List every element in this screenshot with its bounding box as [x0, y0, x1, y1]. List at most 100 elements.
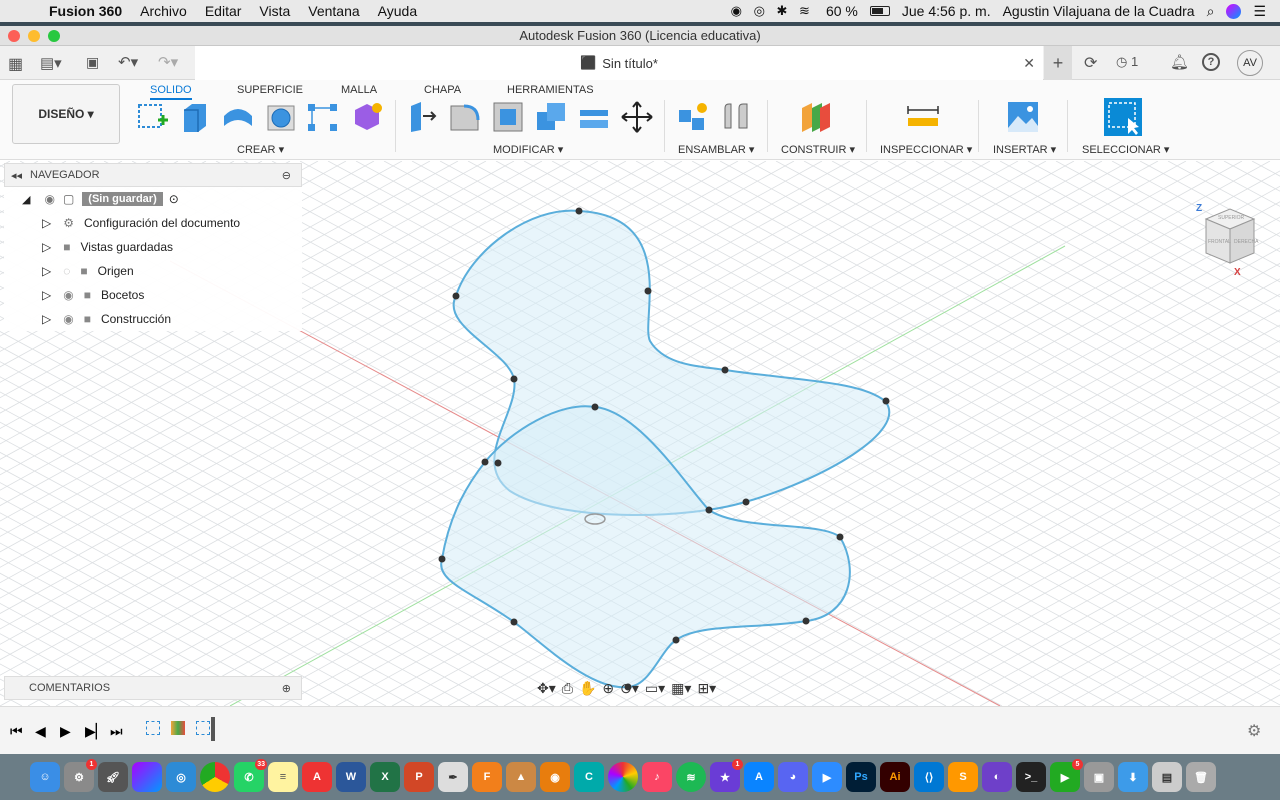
recent-files-icon[interactable]: ▤ [1152, 762, 1182, 792]
grid-menu-icon[interactable]: ▦ [8, 54, 23, 74]
timeline-plane-icon[interactable] [171, 721, 185, 735]
minimize-window-button[interactable] [28, 30, 40, 42]
file-menu-icon[interactable]: ▤▾ [40, 54, 62, 72]
word-icon[interactable]: W [336, 762, 366, 792]
undo-icon[interactable]: ↶▾ [118, 53, 138, 71]
blender-icon[interactable]: ◉ [540, 762, 570, 792]
tab-malla[interactable]: MALLA [341, 84, 377, 96]
menu-app-name[interactable]: Fusion 360 [40, 3, 131, 19]
tree-item-document-settings[interactable]: ▷ ⚙ Configuración del documento [4, 211, 302, 235]
system-preferences-icon[interactable]: ⚙ 1 [64, 759, 97, 792]
inkscape-icon[interactable]: ✒ [438, 762, 468, 792]
expand-triangle-icon[interactable]: ▷ [42, 240, 51, 254]
joint-icon[interactable] [719, 100, 753, 134]
move-copy-icon[interactable] [620, 100, 654, 134]
orbit-icon[interactable]: ✥▾ [537, 680, 556, 697]
tree-item-sketches[interactable]: ▷ ◉ ■ Bocetos [4, 283, 302, 307]
redo-icon[interactable]: ↷▾ [158, 53, 178, 71]
safari-icon[interactable]: ◎ [166, 762, 196, 792]
play-icon[interactable]: ▶ [60, 723, 71, 740]
add-comment-icon[interactable]: ⊕ [282, 682, 291, 695]
group-insertar[interactable]: INSERTAR ▾ [993, 143, 1056, 156]
tree-root[interactable]: ◢ ◉ ▢ (Sin guardar) ⊙ [4, 187, 302, 211]
powerpoint-icon[interactable]: P [404, 762, 434, 792]
notification-center-icon[interactable]: ☰ [1253, 3, 1266, 20]
tree-item-origin[interactable]: ▷ ◌ ■ Origen [4, 259, 302, 283]
visibility-eye-icon[interactable]: ◉ [63, 312, 73, 326]
press-pull-icon[interactable] [405, 100, 439, 134]
rectangular-pattern-icon[interactable] [306, 100, 340, 134]
last-step-icon[interactable]: ⏭ [110, 723, 123, 740]
expand-triangle-icon[interactable]: ▷ [42, 216, 51, 230]
navigator-minus-icon[interactable]: ⊖ [282, 169, 291, 182]
display-settings-icon[interactable]: ▭▾ [645, 680, 665, 697]
siri-dock-icon[interactable] [132, 762, 162, 792]
job-status-icon[interactable]: ◷ 1 [1116, 54, 1138, 70]
group-modificar[interactable]: MODIFICAR ▾ [493, 143, 563, 156]
fusion-icon[interactable]: F [472, 762, 502, 792]
downloads-folder-icon[interactable]: ⬇ [1118, 762, 1148, 792]
spotlight-icon[interactable]: ⌕ [1207, 3, 1215, 20]
tree-item-saved-views[interactable]: ▷ ■ Vistas guardadas [4, 235, 302, 259]
facetime-icon[interactable]: ▶ 5 [1050, 759, 1083, 792]
expand-triangle-icon[interactable]: ▷ [42, 264, 51, 278]
sublime-icon[interactable]: S [948, 762, 978, 792]
view-cube[interactable]: Z X SUPERIOR FRONTAL DERECHA [1196, 201, 1260, 278]
previous-step-icon[interactable]: ◀ [35, 723, 46, 740]
imovie-icon[interactable]: ★ 1 [710, 759, 743, 792]
collapse-triangle-icon[interactable]: ◢ [22, 193, 30, 206]
combine-icon[interactable] [534, 100, 568, 134]
select-icon[interactable] [1104, 98, 1142, 136]
comments-panel[interactable]: COMENTARIOS ⊕ [4, 676, 302, 700]
notifications-icon[interactable]: 🔔︎ [1170, 53, 1189, 71]
create-sketch-icon[interactable] [136, 100, 170, 134]
visibility-eye-icon[interactable]: ◉ [44, 192, 54, 206]
menu-ventana[interactable]: Ventana [299, 3, 368, 19]
next-step-icon[interactable]: ▶▏ [85, 723, 107, 740]
tree-item-construction[interactable]: ▷ ◉ ■ Construcción [4, 307, 302, 331]
notes-icon[interactable]: ≡ [268, 762, 298, 792]
measure-icon[interactable] [906, 100, 940, 134]
vscode-icon[interactable]: ⟨⟩ [914, 762, 944, 792]
zoom-icon[interactable]: ▶ [812, 762, 842, 792]
help-icon[interactable]: ? [1202, 53, 1220, 71]
first-step-icon[interactable]: ⏮ [10, 723, 23, 740]
group-crear[interactable]: CREAR ▾ [237, 143, 284, 156]
acrobat-icon[interactable]: A [302, 762, 332, 792]
group-construir[interactable]: CONSTRUIR ▾ [781, 143, 855, 156]
collapse-navigator-icon[interactable]: ◂◂ [11, 169, 22, 182]
finder-icon[interactable]: ☺ [30, 762, 60, 792]
activate-radio-icon[interactable]: ⊙ [169, 192, 179, 206]
look-at-icon[interactable]: ⎙ [562, 680, 573, 697]
capcut-icon[interactable]: C [574, 762, 604, 792]
new-component-icon[interactable] [676, 100, 710, 134]
document-tab[interactable]: ⬛ Sin título* ✕ [195, 46, 1043, 80]
root-component-label[interactable]: (Sin guardar) [82, 192, 163, 206]
github-icon[interactable]: ◐ [982, 762, 1012, 792]
sketchup-icon[interactable]: ▲ [506, 762, 536, 792]
navigator-header[interactable]: ◂◂ NAVEGADOR ⊖ [4, 163, 302, 187]
save-icon[interactable]: ▣ [86, 54, 99, 71]
timeline-sketch-icon[interactable] [196, 721, 210, 735]
trash-icon[interactable]: 🗑︎ [1186, 762, 1216, 792]
sweep-icon[interactable] [264, 100, 298, 134]
photos-icon[interactable] [608, 762, 638, 792]
menu-ayuda[interactable]: Ayuda [369, 3, 426, 19]
spotify-icon[interactable]: ≋ [676, 762, 706, 792]
hidden-eye-icon[interactable]: ◌ [63, 264, 70, 278]
offset-face-icon[interactable] [577, 100, 611, 134]
extrude-icon[interactable] [178, 100, 212, 134]
timeline-sketch-icon[interactable] [146, 721, 160, 735]
whatsapp-icon[interactable]: ✆ 33 [234, 759, 267, 792]
user-name[interactable]: Agustin Vilajuana de la Cuadra [1003, 3, 1195, 19]
launchpad-icon[interactable]: 🚀︎ [98, 762, 128, 792]
shell-icon[interactable] [491, 100, 525, 134]
illustrator-icon[interactable]: Ai [880, 762, 910, 792]
expand-triangle-icon[interactable]: ▷ [42, 312, 51, 326]
menu-vista[interactable]: Vista [250, 3, 299, 19]
timeline-settings-icon[interactable]: ⚙ [1247, 721, 1261, 741]
insert-image-icon[interactable] [1006, 100, 1040, 134]
group-seleccionar[interactable]: SELECCIONAR ▾ [1082, 143, 1169, 156]
group-ensamblar[interactable]: ENSAMBLAR ▾ [678, 143, 754, 156]
visibility-eye-icon[interactable]: ◉ [63, 288, 73, 302]
